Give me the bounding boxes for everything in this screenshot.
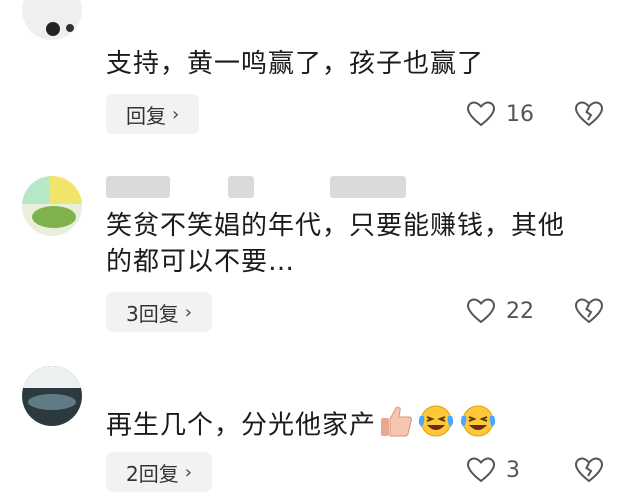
avatar-graphic [22,366,82,388]
broken-heart-icon [574,101,604,127]
like-count: 3 [506,457,520,483]
laughing-crying-emoji [416,402,456,450]
heart-outline-icon [466,298,496,324]
reply-label: 2回复 [126,461,179,486]
heart-outline-icon [466,457,496,483]
chevron-right-icon: › [172,103,180,125]
chevron-right-icon: › [184,461,192,483]
avatar-graphic [46,22,60,36]
dislike-button[interactable] [574,456,604,488]
blurred-username [106,176,170,198]
avatar-graphic [66,24,74,32]
avatar[interactable] [22,0,82,40]
comment-text: 再生几个，分光他家产 [106,402,498,450]
chevron-right-icon: › [184,301,192,323]
comment-text: 支持，黄一鸣赢了，孩子也赢了 [106,49,485,79]
like-count: 22 [506,298,534,324]
like-button[interactable]: 3 [466,456,520,484]
reply-button[interactable]: 3回复 › [106,292,212,332]
broken-heart-icon [574,457,604,483]
like-button[interactable]: 16 [466,100,534,128]
avatar-graphic [32,206,76,228]
laughing-crying-emoji [458,402,498,450]
reply-label: 3回复 [126,301,179,326]
like-count: 16 [506,101,534,127]
avatar[interactable] [22,176,82,236]
comment-text-content: 再生几个，分光他家产 [106,410,377,441]
reply-label: 回复 [126,103,166,128]
comment-text: 的都可以不要… [106,247,296,277]
reply-button[interactable]: 2回复 › [106,452,212,492]
blurred-username [330,176,406,198]
dislike-button[interactable] [574,100,604,132]
blurred-username [228,176,254,198]
like-button[interactable]: 22 [466,297,534,325]
broken-heart-icon [574,298,604,324]
avatar-graphic [22,176,82,204]
avatar[interactable] [22,366,82,426]
thumbs-up-emoji [378,403,414,449]
dislike-button[interactable] [574,297,604,329]
avatar-graphic [28,394,76,410]
comment-text: 笑贫不笑娼的年代，只要能赚钱，其他 [106,211,566,241]
heart-outline-icon [466,101,496,127]
reply-button[interactable]: 回复 › [106,94,200,134]
